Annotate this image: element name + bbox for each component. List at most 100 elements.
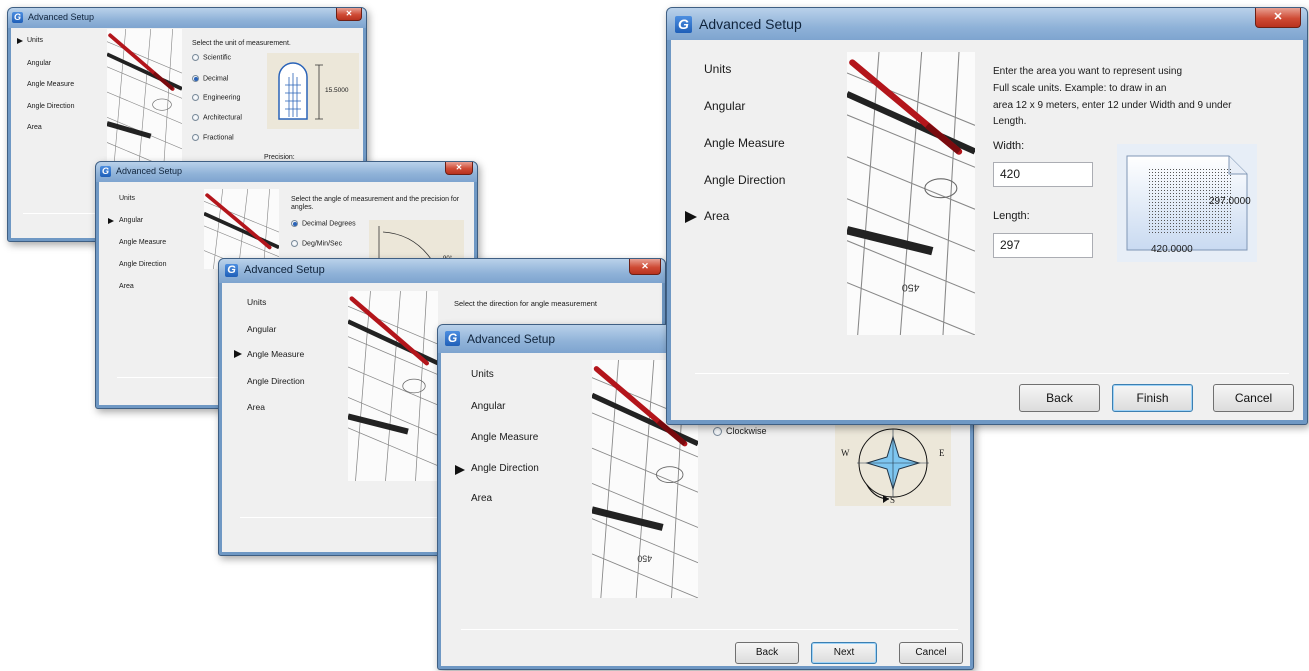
cancel-button[interactable]: Cancel [899,642,963,664]
next-button[interactable]: Next [811,642,877,664]
option-label: Engineering [203,94,241,102]
angular-prompt: Select the angle of measurement and the … [291,196,460,211]
app-logo-icon: G [225,264,238,277]
area-instructions-line2: Full scale units. Example: to draw in an [993,83,1167,94]
cancel-button[interactable]: Cancel [1213,384,1294,412]
nav-angular[interactable]: Angular [704,99,745,113]
current-step-arrow-icon [685,211,697,223]
separator [461,629,958,630]
nav-area[interactable]: Area [247,402,265,412]
option-label: Clockwise [726,426,767,436]
option-architectural[interactable]: Architectural [192,114,242,121]
close-button[interactable]: ✕ [1255,8,1301,28]
close-button[interactable]: ✕ [629,259,661,275]
app-logo-icon: G [675,16,692,33]
nav-area[interactable]: Area [704,209,729,223]
option-label: Decimal [203,75,229,83]
units-prompt: Select the unit of measurement. [192,40,291,47]
titlebar: G Advanced Setup ✕ [8,8,366,28]
app-logo-icon: G [12,12,23,23]
close-button[interactable]: ✕ [336,8,362,21]
nav-angle-direction[interactable]: Angle Direction [471,463,539,474]
current-step-arrow-icon [108,218,114,224]
nav-units[interactable]: Units [247,297,266,307]
option-clockwise[interactable]: Clockwise [713,426,767,437]
option-label: Architectural [203,114,242,122]
titlebar: G Advanced Setup ✕ [219,259,665,283]
titlebar: G Advanced Setup ✕ [96,162,477,182]
nav-angular[interactable]: Angular [27,60,51,67]
blueprint-image [107,29,182,174]
area-preview: 297.0000 420.0000 [1117,144,1257,262]
nav-units[interactable]: Units [471,369,494,380]
nav-angle-measure[interactable]: Angle Measure [119,239,166,246]
app-logo-icon: G [100,166,111,177]
nav-angle-measure[interactable]: Angle Measure [27,81,74,88]
blueprint-image [204,189,279,269]
option-decimal-degrees[interactable]: Decimal Degrees [291,220,356,227]
window-title: Advanced Setup [244,264,325,276]
compass-west-label: W [841,448,850,458]
length-input[interactable]: 297 [993,233,1093,258]
window-title: Advanced Setup [467,332,556,346]
area-instructions-line3: area 12 x 9 meters, enter 12 under Width… [993,100,1232,111]
nav-angle-direction[interactable]: Angle Direction [704,173,785,187]
nav-angle-direction[interactable]: Angle Direction [27,103,74,110]
nav-angle-direction[interactable]: Angle Direction [247,376,305,386]
nav-angular[interactable]: Angular [247,324,276,334]
precision-label: Precision: [264,154,295,161]
option-label: Scientific [203,54,232,62]
compass-preview: W E S [835,423,951,506]
option-label: Decimal Degrees [302,220,356,228]
option-deg-min-sec[interactable]: Deg/Min/Sec [291,240,342,247]
option-label: Fractional [203,134,234,142]
option-label: Deg/Min/Sec [302,240,343,248]
preview-width-label: 420.0000 [1151,244,1193,255]
angle-measure-prompt: Select the direction for angle measureme… [454,299,597,308]
unit-preview: 15.5000 [267,53,359,129]
current-step-arrow-icon [234,350,242,358]
nav-angle-measure[interactable]: Angle Measure [471,432,538,443]
nav-units[interactable]: Units [119,195,135,202]
option-decimal[interactable]: Decimal [192,75,228,82]
close-button[interactable]: ✕ [445,162,473,175]
current-step-arrow-icon [17,38,23,44]
compass-icon [857,428,929,503]
nav-units[interactable]: Units [704,62,731,76]
length-label: Length: [993,210,1030,222]
window-title: Advanced Setup [699,16,802,32]
finish-button[interactable]: Finish [1112,384,1193,412]
blueprint-image: 450 [847,52,975,335]
nav-area[interactable]: Area [27,124,42,131]
option-engineering[interactable]: Engineering [192,94,240,101]
dialog-body: Units Angular Angle Measure Angle Direct… [671,40,1303,420]
nav-angle-direction[interactable]: Angle Direction [119,261,166,268]
preview-length-label: 297.0000 [1209,196,1251,207]
nav-angle-measure[interactable]: Angle Measure [247,349,304,359]
window-title: Advanced Setup [116,166,183,176]
svg-text:450: 450 [902,282,920,294]
area-instructions-line1: Enter the area you want to represent usi… [993,66,1183,77]
option-scientific[interactable]: Scientific [192,54,231,61]
window-title: Advanced Setup [28,12,95,22]
width-input[interactable]: 420 [993,162,1093,187]
current-step-arrow-icon [455,465,465,475]
area-instructions-line4: Length. [993,116,1027,127]
nav-area[interactable]: Area [471,493,492,504]
svg-text:450: 450 [637,554,652,564]
option-fractional[interactable]: Fractional [192,134,234,141]
nav-area[interactable]: Area [119,283,134,290]
compass-east-label: E [939,448,945,458]
back-button[interactable]: Back [1019,384,1100,412]
blueprint-image [348,291,438,481]
separator [695,373,1289,374]
dimension-label: 15.5000 [325,87,349,94]
nav-angular[interactable]: Angular [119,217,143,224]
nav-angle-measure[interactable]: Angle Measure [704,136,785,150]
width-label: Width: [993,140,1025,152]
back-button[interactable]: Back [735,642,799,664]
area-dialog: G Advanced Setup ✕ Units Angular Angle M… [666,7,1308,425]
nav-angular[interactable]: Angular [471,401,505,412]
nav-units[interactable]: Units [27,37,43,44]
compass-south-label: S [890,495,896,505]
